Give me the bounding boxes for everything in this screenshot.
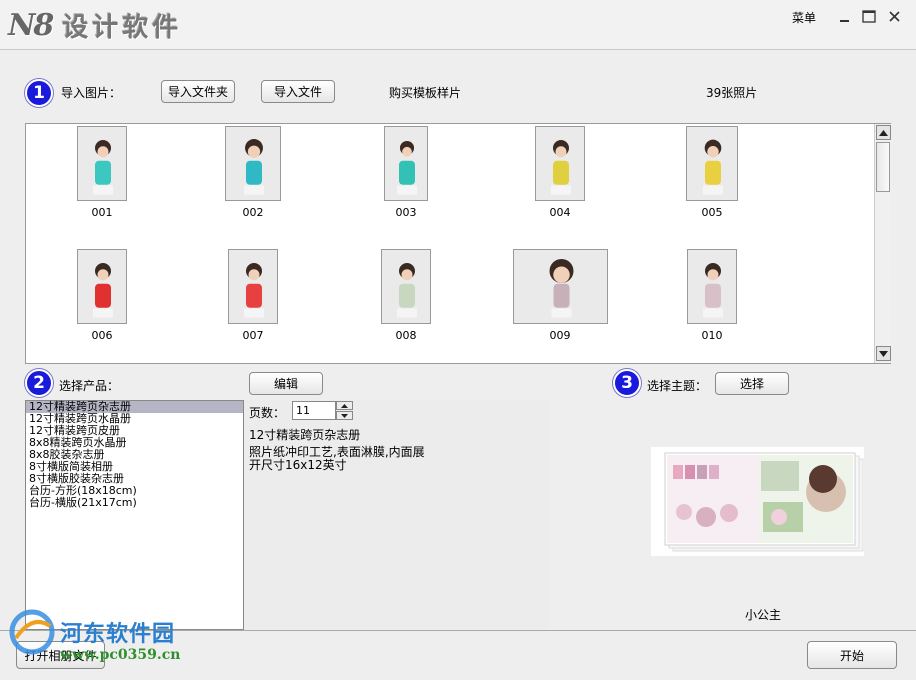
photo-caption: 001 bbox=[91, 206, 113, 219]
maximize-icon[interactable] bbox=[860, 9, 878, 25]
photo-image[interactable] bbox=[77, 249, 127, 324]
photo-caption: 010 bbox=[701, 329, 723, 342]
app-logo: N8 设计软件 bbox=[8, 7, 182, 43]
photo-caption: 004 bbox=[549, 206, 571, 219]
pages-input[interactable]: 11 bbox=[292, 401, 336, 420]
photo-caption: 007 bbox=[242, 329, 264, 342]
photo-caption: 005 bbox=[701, 206, 723, 219]
photo-image[interactable] bbox=[384, 126, 428, 201]
minimize-icon[interactable] bbox=[836, 9, 854, 25]
theme-name: 小公主 bbox=[745, 608, 782, 622]
photo-grid[interactable]: 001 002 003 004 005 006 007 008 009 010 bbox=[25, 123, 891, 364]
buy-template-link[interactable]: 购买模板样片 bbox=[389, 84, 461, 101]
photo-image[interactable] bbox=[381, 249, 431, 324]
close-icon[interactable] bbox=[886, 9, 904, 25]
photo-image[interactable] bbox=[687, 249, 737, 324]
pages-stepper[interactable] bbox=[336, 401, 353, 420]
photo-image[interactable] bbox=[686, 126, 738, 201]
logo-mark: N8 bbox=[8, 7, 54, 43]
product-desc-line-2: 开尺寸16x12英寸 bbox=[249, 458, 347, 472]
menu-button[interactable]: 菜单 bbox=[792, 9, 816, 26]
select-theme-button[interactable]: 选择 bbox=[715, 372, 789, 395]
select-product-label: 选择产品： bbox=[59, 379, 120, 393]
photo-image[interactable] bbox=[225, 126, 281, 201]
photo-caption: 008 bbox=[395, 329, 417, 342]
photo-image[interactable] bbox=[77, 126, 127, 201]
photo-count: 39张照片 bbox=[706, 86, 758, 100]
watermark-logo-icon bbox=[9, 609, 55, 655]
photo-caption: 009 bbox=[549, 329, 571, 342]
product-list[interactable]: 12寸精装跨页杂志册 12寸精装跨页水晶册 12寸精装跨页皮册 8x8精装跨页水晶册 8… bbox=[25, 400, 244, 630]
watermark-title: 河东软件园 bbox=[60, 621, 176, 647]
photo-scrollbar[interactable] bbox=[874, 124, 891, 363]
watermark-url: www.pc0359.cn bbox=[60, 647, 181, 663]
step-1-badge: 1 bbox=[25, 79, 53, 107]
title-bar: N8 设计软件 菜单 bbox=[0, 0, 916, 50]
theme-preview-image bbox=[651, 447, 864, 556]
photo-caption: 006 bbox=[91, 329, 113, 342]
start-button[interactable]: 开始 bbox=[807, 641, 897, 669]
product-name: 12寸精装跨页杂志册 bbox=[249, 428, 361, 442]
photo-image[interactable] bbox=[512, 249, 608, 324]
edit-button[interactable]: 编辑 bbox=[249, 372, 323, 395]
step-2-badge: 2 bbox=[25, 369, 53, 397]
import-file-button[interactable]: 导入文件 bbox=[261, 80, 335, 103]
import-photos-label: 导入图片： bbox=[61, 86, 122, 100]
stepper-down-icon[interactable] bbox=[336, 411, 353, 420]
step-3-badge: 3 bbox=[613, 369, 641, 397]
select-theme-label: 选择主题： bbox=[647, 379, 708, 393]
photo-image[interactable] bbox=[228, 249, 278, 324]
photo-image[interactable] bbox=[535, 126, 585, 201]
scroll-thumb[interactable] bbox=[876, 142, 890, 192]
stepper-up-icon[interactable] bbox=[336, 401, 353, 410]
photo-caption: 002 bbox=[242, 206, 264, 219]
scroll-up-icon[interactable] bbox=[876, 125, 891, 140]
product-list-item[interactable]: 台历-横版(21x17cm) bbox=[26, 497, 243, 509]
logo-text: 设计软件 bbox=[62, 12, 183, 43]
import-folder-button[interactable]: 导入文件夹 bbox=[161, 80, 235, 103]
photo-caption: 003 bbox=[395, 206, 417, 219]
pages-label: 页数： bbox=[249, 406, 286, 420]
scroll-down-icon[interactable] bbox=[876, 346, 891, 361]
